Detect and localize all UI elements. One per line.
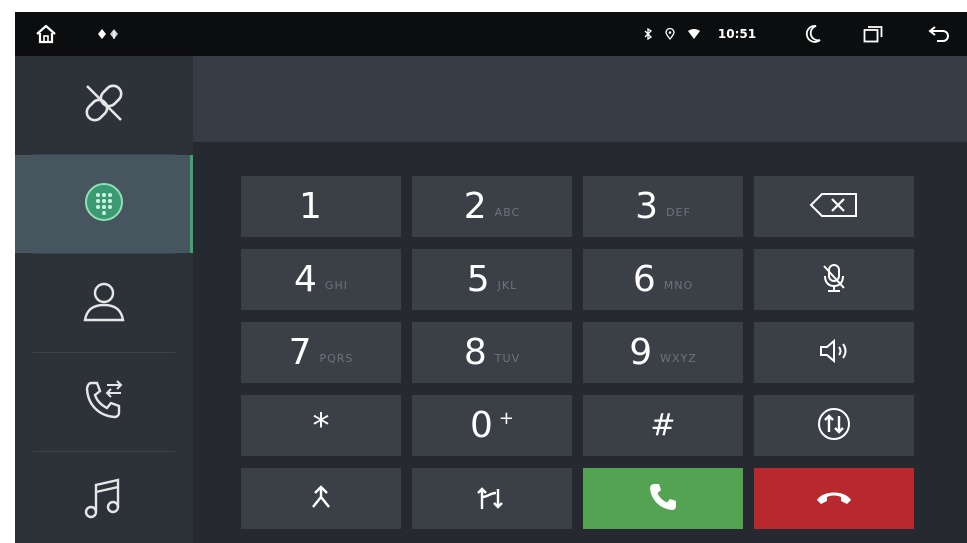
hang-up-button[interactable] — [754, 468, 914, 529]
sidebar-item-dialpad[interactable] — [15, 155, 193, 253]
key-letters: PQRS — [319, 352, 354, 365]
recent-apps-icon[interactable] — [861, 12, 885, 56]
key-digit: 2 — [463, 185, 487, 227]
dialpad-icon — [81, 179, 127, 229]
key-7[interactable]: 7 PQRS — [241, 322, 401, 383]
music-note-icon — [81, 476, 127, 526]
sidebar-item-call-log[interactable] — [15, 353, 193, 451]
key-3[interactable]: 3 DEF — [583, 176, 743, 237]
backspace-icon — [808, 192, 860, 222]
swap-call-icon — [476, 483, 508, 515]
speaker-icon — [818, 338, 850, 367]
transfer-button[interactable] — [754, 395, 914, 456]
back-icon[interactable] — [925, 12, 953, 56]
key-digit: 6 — [632, 258, 656, 300]
key-digit: 9 — [629, 331, 653, 373]
key-9[interactable]: 9 WXYZ — [583, 322, 743, 383]
number-display — [193, 56, 967, 142]
key-digit: 3 — [635, 185, 659, 227]
bluetooth-icon — [641, 12, 655, 56]
key-star[interactable]: * — [241, 395, 401, 456]
key-letters: DEF — [666, 206, 691, 219]
key-5[interactable]: 5 JKL — [412, 249, 572, 310]
sidebar-item-contacts[interactable] — [15, 254, 193, 352]
key-0[interactable]: 0 + — [412, 395, 572, 456]
merge-call-icon — [308, 483, 334, 515]
key-letters: ABC — [494, 206, 521, 219]
call-button[interactable] — [583, 468, 743, 529]
sidebar-item-link[interactable] — [15, 56, 193, 154]
key-plus: + — [498, 408, 514, 429]
merge-call-button[interactable] — [241, 468, 401, 529]
mute-mic-icon — [821, 263, 847, 297]
active-indicator — [190, 155, 193, 253]
key-digit: * — [312, 405, 330, 446]
key-hash[interactable]: # — [583, 395, 743, 456]
key-2[interactable]: 2 ABC — [412, 176, 572, 237]
speaker-button[interactable] — [754, 322, 914, 383]
sidebar-item-music[interactable] — [15, 452, 193, 543]
key-digit: 7 — [288, 331, 312, 373]
link-icon — [81, 80, 127, 130]
backspace-button[interactable] — [754, 176, 914, 237]
key-letters: JKL — [497, 279, 518, 292]
clock: 10:51 — [717, 27, 757, 41]
status-bar: 10:51 — [15, 12, 967, 56]
location-icon — [663, 12, 677, 56]
transfer-icon — [816, 406, 852, 446]
key-letters: TUV — [494, 352, 521, 365]
key-letters: MNO — [663, 279, 694, 292]
key-digit: 0 — [470, 404, 493, 446]
swap-call-button[interactable] — [412, 468, 572, 529]
hang-up-icon — [815, 488, 853, 510]
key-letters: WXYZ — [660, 352, 697, 365]
contact-icon — [81, 278, 127, 328]
home-icon[interactable] — [33, 12, 59, 56]
key-letters: GHI — [324, 279, 348, 292]
mute-button[interactable] — [754, 249, 914, 310]
wifi-icon — [685, 12, 703, 56]
key-digit: 4 — [294, 258, 317, 300]
key-6[interactable]: 6 MNO — [583, 249, 743, 310]
sidebar — [15, 56, 193, 543]
key-digit: 1 — [299, 185, 322, 227]
key-4[interactable]: 4 GHI — [241, 249, 401, 310]
key-digit: # — [650, 407, 676, 443]
call-icon — [648, 482, 678, 516]
phone-screen: 10:51 1 2 ABC 3 DEF 4 GHI 5 JKL 6 MNO 7 … — [15, 12, 967, 543]
key-8[interactable]: 8 TUV — [412, 322, 572, 383]
call-log-icon — [81, 377, 127, 427]
key-digit: 5 — [466, 258, 490, 300]
moon-icon[interactable] — [801, 12, 825, 56]
key-1[interactable]: 1 — [241, 176, 401, 237]
key-digit: 8 — [463, 331, 487, 373]
usb-icon — [93, 12, 129, 56]
